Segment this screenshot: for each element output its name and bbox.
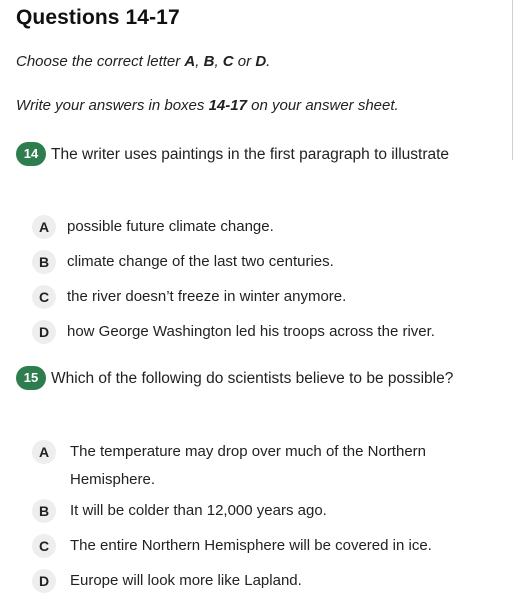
option-letter: D (32, 569, 56, 593)
page-title: Questions 14-17 (16, 6, 180, 29)
option-15-a[interactable]: A The temperature may drop over much of … (32, 438, 492, 494)
option-letter: C (32, 534, 56, 558)
option-letter: C (32, 285, 56, 309)
instruction-choose: Choose the correct letter A, B, C or D. (16, 53, 271, 70)
question-number-badge: 14 (16, 142, 46, 166)
option-text: the river doesn’t freeze in winter anymo… (67, 288, 347, 305)
question-text: Which of the following do scientists bel… (51, 370, 454, 387)
question-text: The writer uses paintings in the first p… (51, 146, 450, 163)
option-text: It will be colder than 12,000 years ago. (70, 502, 327, 519)
option-letter: B (32, 499, 56, 523)
option-letter: D (32, 320, 56, 344)
question-15: 15 Which of the following do scientists b… (16, 365, 486, 392)
questions-page: Questions 14-17 Choose the correct lette… (0, 0, 513, 604)
instruction-answer-sheet: Write your answers in boxes 14-17 on you… (16, 97, 399, 114)
option-text: how George Washington led his troops acr… (67, 323, 435, 340)
question-14: 14 The writer uses paintings in the first… (16, 141, 486, 168)
option-text: possible future climate change. (67, 218, 274, 235)
question-number-badge: 15 (16, 366, 46, 390)
option-letter: A (32, 440, 56, 464)
option-text: Europe will look more like Lapland. (70, 572, 302, 589)
option-letter: B (32, 250, 56, 274)
option-text: climate change of the last two centuries… (67, 253, 334, 270)
option-letter: A (32, 215, 56, 239)
option-text: The temperature may drop over much of th… (70, 443, 427, 488)
option-text: The entire Northern Hemisphere will be c… (70, 537, 432, 554)
